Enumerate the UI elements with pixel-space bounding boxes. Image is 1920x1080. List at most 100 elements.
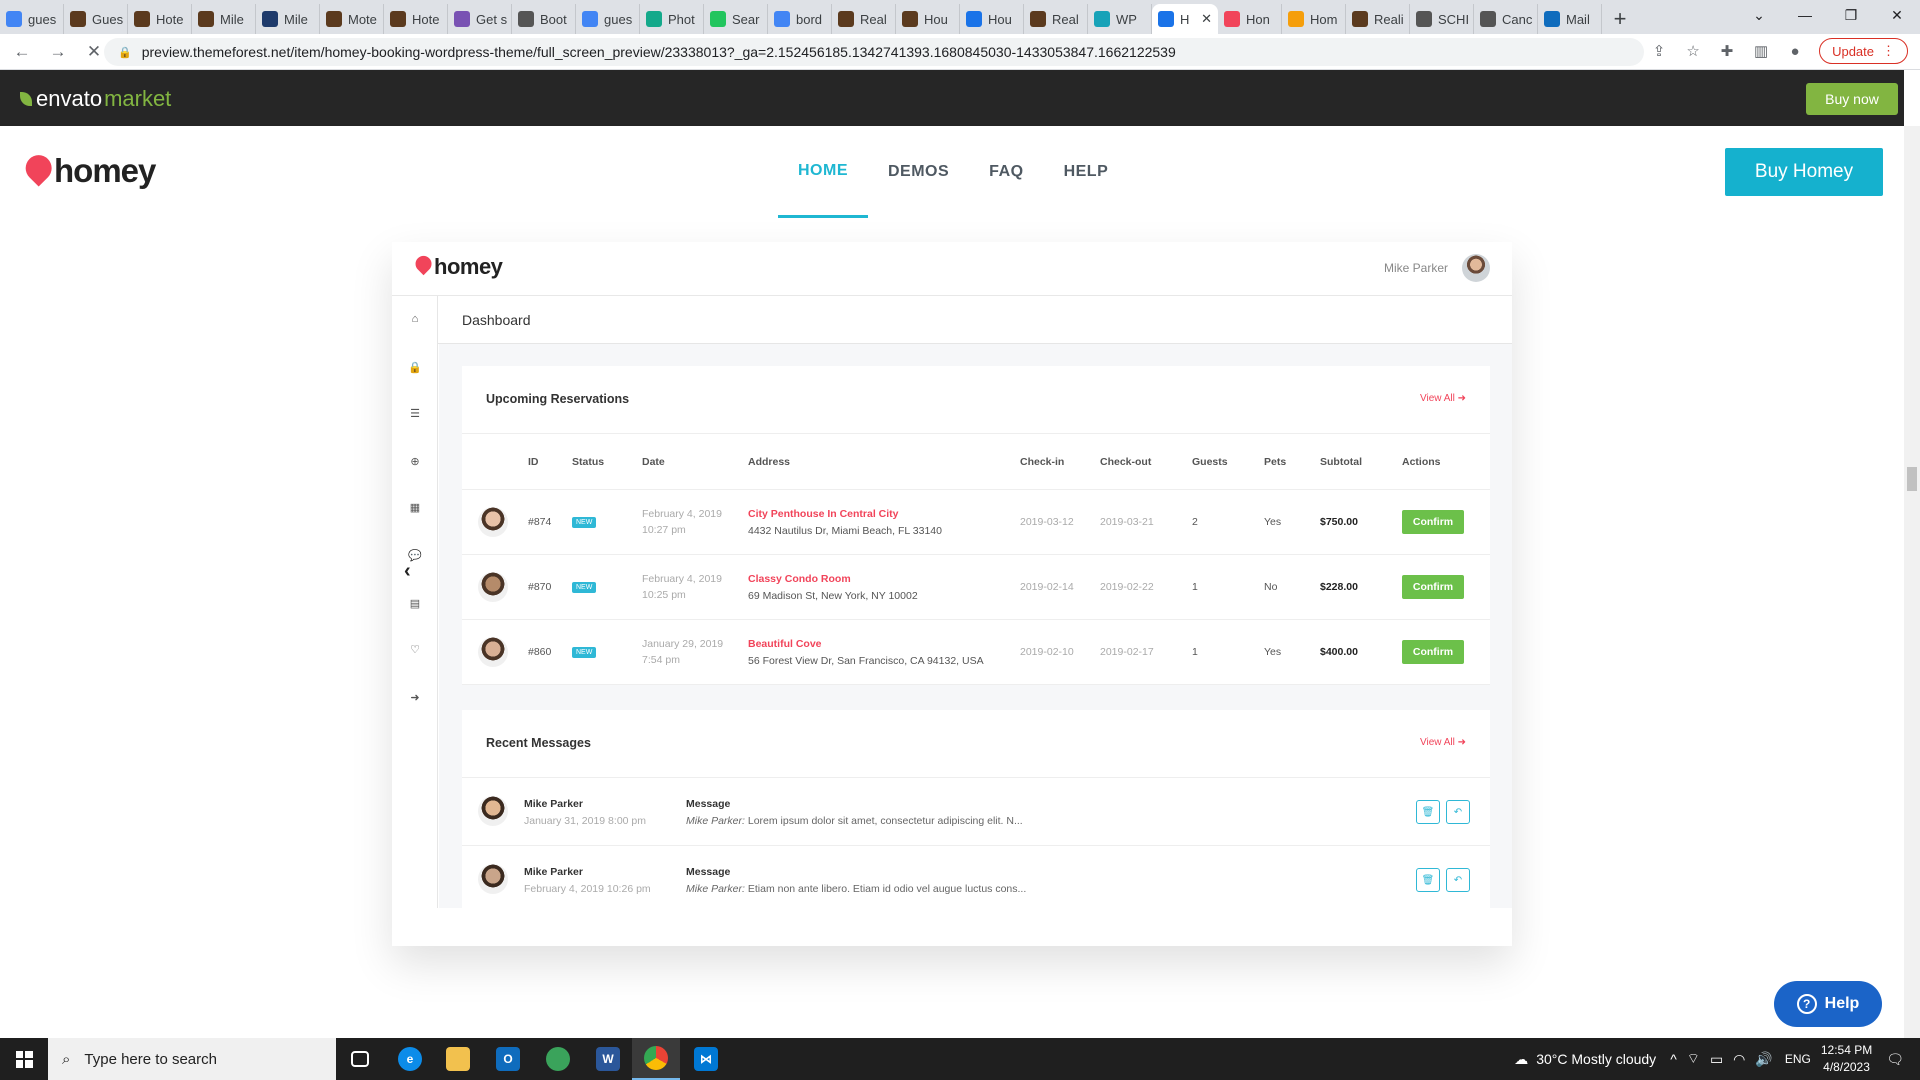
taskbar-edge[interactable]: e bbox=[386, 1038, 434, 1080]
language-indicator[interactable]: ENG bbox=[1785, 1052, 1811, 1066]
browser-tab[interactable]: Hon bbox=[1218, 4, 1282, 34]
lock-icon[interactable]: 🔒 bbox=[406, 358, 424, 376]
nav-help[interactable]: HELP bbox=[1044, 126, 1129, 218]
heart-outline-icon[interactable]: ♡ bbox=[406, 640, 424, 658]
nav-demos[interactable]: DEMOS bbox=[868, 126, 969, 218]
browser-tab[interactable]: WP bbox=[1088, 4, 1152, 34]
back-icon[interactable]: ← bbox=[8, 38, 36, 66]
homey-logo[interactable]: homey bbox=[20, 152, 156, 190]
dashboard-logo[interactable]: homey bbox=[412, 254, 503, 280]
browser-tab[interactable]: Boot bbox=[512, 4, 576, 34]
browser-tab[interactable]: Get s bbox=[448, 4, 512, 34]
notifications-icon[interactable]: 🗨 bbox=[1886, 1051, 1904, 1068]
browser-tab[interactable]: Mote bbox=[320, 4, 384, 34]
browser-tab[interactable]: Canc bbox=[1474, 4, 1538, 34]
bookmark-star-icon[interactable]: ☆ bbox=[1683, 41, 1703, 61]
page-scrollbar[interactable] bbox=[1904, 126, 1920, 1038]
restore-icon[interactable]: ❐ bbox=[1828, 0, 1874, 30]
browser-tab[interactable]: H ✕ bbox=[1152, 4, 1218, 34]
clock[interactable]: 12:54 PM 4/8/2023 bbox=[1821, 1042, 1872, 1076]
address-bar[interactable]: 🔒 preview.themeforest.net/item/homey-boo… bbox=[104, 38, 1644, 66]
browser-tab[interactable]: Sear bbox=[704, 4, 768, 34]
listing-name-link[interactable]: Classy Condo Room bbox=[748, 573, 851, 585]
add-circle-icon[interactable]: ⊕ bbox=[406, 452, 424, 470]
reservation-id[interactable]: #860 bbox=[528, 646, 551, 658]
new-tab-button[interactable]: + bbox=[1602, 4, 1638, 34]
chevron-left-icon[interactable]: ‹ bbox=[404, 560, 411, 583]
extensions-icon[interactable]: ✚ bbox=[1717, 41, 1737, 61]
browser-tab[interactable]: gues bbox=[576, 4, 640, 34]
reservation-id[interactable]: #870 bbox=[528, 581, 551, 593]
logout-icon[interactable]: ➜ bbox=[406, 688, 424, 706]
taskbar-explorer[interactable] bbox=[434, 1038, 482, 1080]
buy-now-button[interactable]: Buy now bbox=[1806, 83, 1898, 115]
confirm-button[interactable]: Confirm bbox=[1402, 510, 1464, 534]
browser-tab[interactable]: Phot bbox=[640, 4, 704, 34]
browser-tab[interactable]: Hote bbox=[384, 4, 448, 34]
nav-faq[interactable]: FAQ bbox=[969, 126, 1043, 218]
profile-icon[interactable]: ● bbox=[1785, 41, 1805, 61]
close-window-icon[interactable]: ✕ bbox=[1874, 0, 1920, 30]
list-icon[interactable]: ☰ bbox=[406, 404, 424, 422]
browser-tab[interactable]: Mail bbox=[1538, 4, 1602, 34]
browser-tab[interactable]: Mile bbox=[192, 4, 256, 34]
home-icon[interactable]: ⌂ bbox=[406, 310, 424, 328]
scrollbar-thumb[interactable] bbox=[1907, 467, 1917, 491]
message-row[interactable]: Mike Parker January 31, 2019 8:00 pm Messa… bbox=[462, 778, 1490, 846]
browser-tab[interactable]: Real bbox=[832, 4, 896, 34]
wifi-icon[interactable]: ◠ bbox=[1733, 1051, 1745, 1068]
document-icon[interactable]: ▤ bbox=[406, 594, 424, 612]
tab-search-icon[interactable]: ⌄ bbox=[1736, 0, 1782, 30]
browser-tab[interactable]: Gues bbox=[64, 4, 128, 34]
volume-icon[interactable]: 🔊 bbox=[1755, 1051, 1772, 1068]
taskbar-word[interactable]: W bbox=[584, 1038, 632, 1080]
share-icon[interactable]: ⇪ bbox=[1649, 41, 1669, 61]
browser-tab[interactable]: Mile bbox=[256, 4, 320, 34]
browser-tab[interactable]: Hou bbox=[960, 4, 1024, 34]
delete-icon[interactable]: 🗑 bbox=[1416, 800, 1440, 824]
lock-icon: 🔒 bbox=[118, 46, 132, 59]
buy-homey-button[interactable]: Buy Homey bbox=[1725, 148, 1883, 196]
close-tab-icon[interactable]: ✕ bbox=[1201, 11, 1212, 27]
message-row[interactable]: Mike Parker February 4, 2019 10:26 pm Mess… bbox=[462, 846, 1490, 908]
browser-tab[interactable]: Hou bbox=[896, 4, 960, 34]
show-hidden-icons-icon[interactable]: ^ bbox=[1670, 1051, 1677, 1067]
browser-tab[interactable]: SCHI bbox=[1410, 4, 1474, 34]
envato-logo[interactable]: envato market bbox=[20, 86, 171, 112]
minimize-icon[interactable]: — bbox=[1782, 0, 1828, 30]
help-button[interactable]: ? Help bbox=[1774, 981, 1882, 1027]
battery-icon[interactable]: ▭ bbox=[1710, 1051, 1723, 1068]
browser-tab[interactable]: Hote bbox=[128, 4, 192, 34]
reservations-view-all[interactable]: View All ➜ bbox=[1420, 393, 1466, 404]
listing-name-link[interactable]: Beautiful Cove bbox=[748, 638, 822, 650]
taskbar-vscode[interactable]: ⋈ bbox=[682, 1038, 730, 1080]
nav-home[interactable]: HOME bbox=[778, 126, 868, 218]
forward-icon[interactable]: → bbox=[44, 38, 72, 66]
browser-tab[interactable]: gues bbox=[0, 4, 64, 34]
reply-icon[interactable]: ↶ bbox=[1446, 800, 1470, 824]
messages-view-all[interactable]: View All ➜ bbox=[1420, 737, 1466, 748]
update-button[interactable]: Update ⋮ bbox=[1819, 38, 1908, 64]
browser-tab[interactable]: Reali bbox=[1346, 4, 1410, 34]
side-panel-icon[interactable]: ▥ bbox=[1751, 41, 1771, 61]
taskbar-search[interactable]: ⌕ Type here to search bbox=[48, 1038, 336, 1080]
listing-name-link[interactable]: City Penthouse In Central City bbox=[748, 508, 899, 520]
task-view-button[interactable] bbox=[336, 1038, 384, 1080]
taskbar-outlook[interactable]: O bbox=[484, 1038, 532, 1080]
confirm-button[interactable]: Confirm bbox=[1402, 640, 1464, 664]
confirm-button[interactable]: Confirm bbox=[1402, 575, 1464, 599]
calendar-icon[interactable]: ▦ bbox=[406, 498, 424, 516]
browser-tab[interactable]: Real bbox=[1024, 4, 1088, 34]
taskbar-chrome[interactable] bbox=[632, 1038, 680, 1080]
taskbar-globe-app[interactable] bbox=[534, 1038, 582, 1080]
reservation-id[interactable]: #874 bbox=[528, 516, 551, 528]
browser-tab[interactable]: Hom bbox=[1282, 4, 1346, 34]
browser-tab[interactable]: bord bbox=[768, 4, 832, 34]
weather-text[interactable]: 30°C Mostly cloudy bbox=[1536, 1051, 1656, 1067]
network-icon[interactable]: ⌔ bbox=[1687, 1050, 1700, 1068]
tab-label: SCHI bbox=[1438, 11, 1470, 27]
delete-icon[interactable]: 🗑 bbox=[1416, 868, 1440, 892]
reply-icon[interactable]: ↶ bbox=[1446, 868, 1470, 892]
start-button[interactable] bbox=[0, 1038, 48, 1080]
user-menu[interactable]: Mike Parker bbox=[1384, 254, 1490, 282]
